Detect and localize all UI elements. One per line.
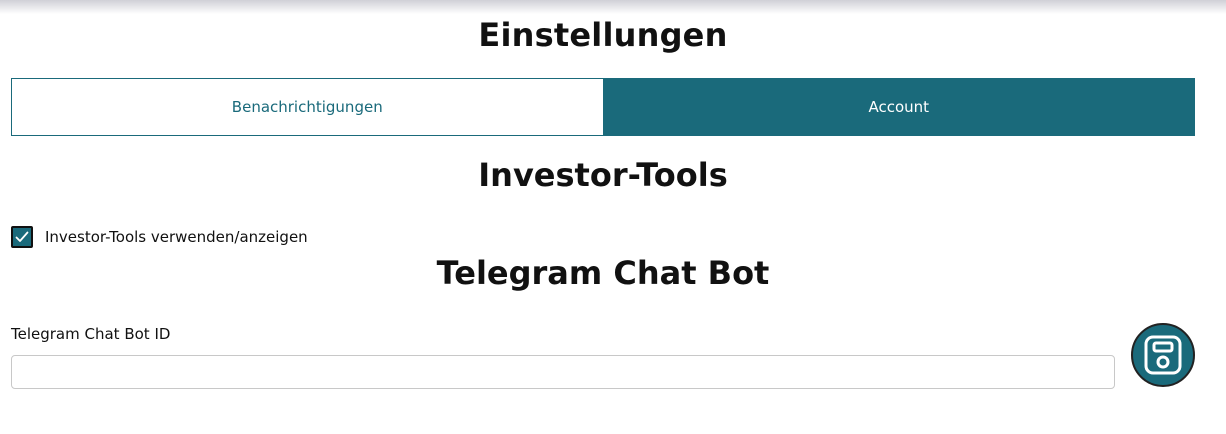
settings-tabs: Benachrichtigungen Account: [11, 78, 1195, 136]
page-title: Einstellungen: [478, 16, 728, 54]
check-icon: [15, 231, 29, 242]
tab-benachrichtigungen[interactable]: Benachrichtigungen: [11, 78, 603, 136]
telegram-chat-bot-id-label: Telegram Chat Bot ID: [11, 325, 171, 343]
tab-account[interactable]: Account: [602, 78, 1195, 136]
floppy-disk-icon: [1144, 335, 1182, 375]
save-button[interactable]: [1131, 323, 1195, 387]
investor-tools-heading: Investor-Tools: [478, 156, 728, 194]
investor-tools-checkbox-label: Investor-Tools verwenden/anzeigen: [45, 228, 308, 246]
telegram-heading: Telegram Chat Bot: [436, 254, 770, 292]
header-shadow: [0, 0, 1226, 14]
telegram-chat-bot-id-input[interactable]: [11, 355, 1115, 389]
investor-tools-option: Investor-Tools verwenden/anzeigen: [11, 226, 308, 248]
investor-tools-checkbox[interactable]: [11, 226, 33, 248]
settings-page: Einstellungen Benachrichtigungen Account…: [0, 0, 1226, 434]
